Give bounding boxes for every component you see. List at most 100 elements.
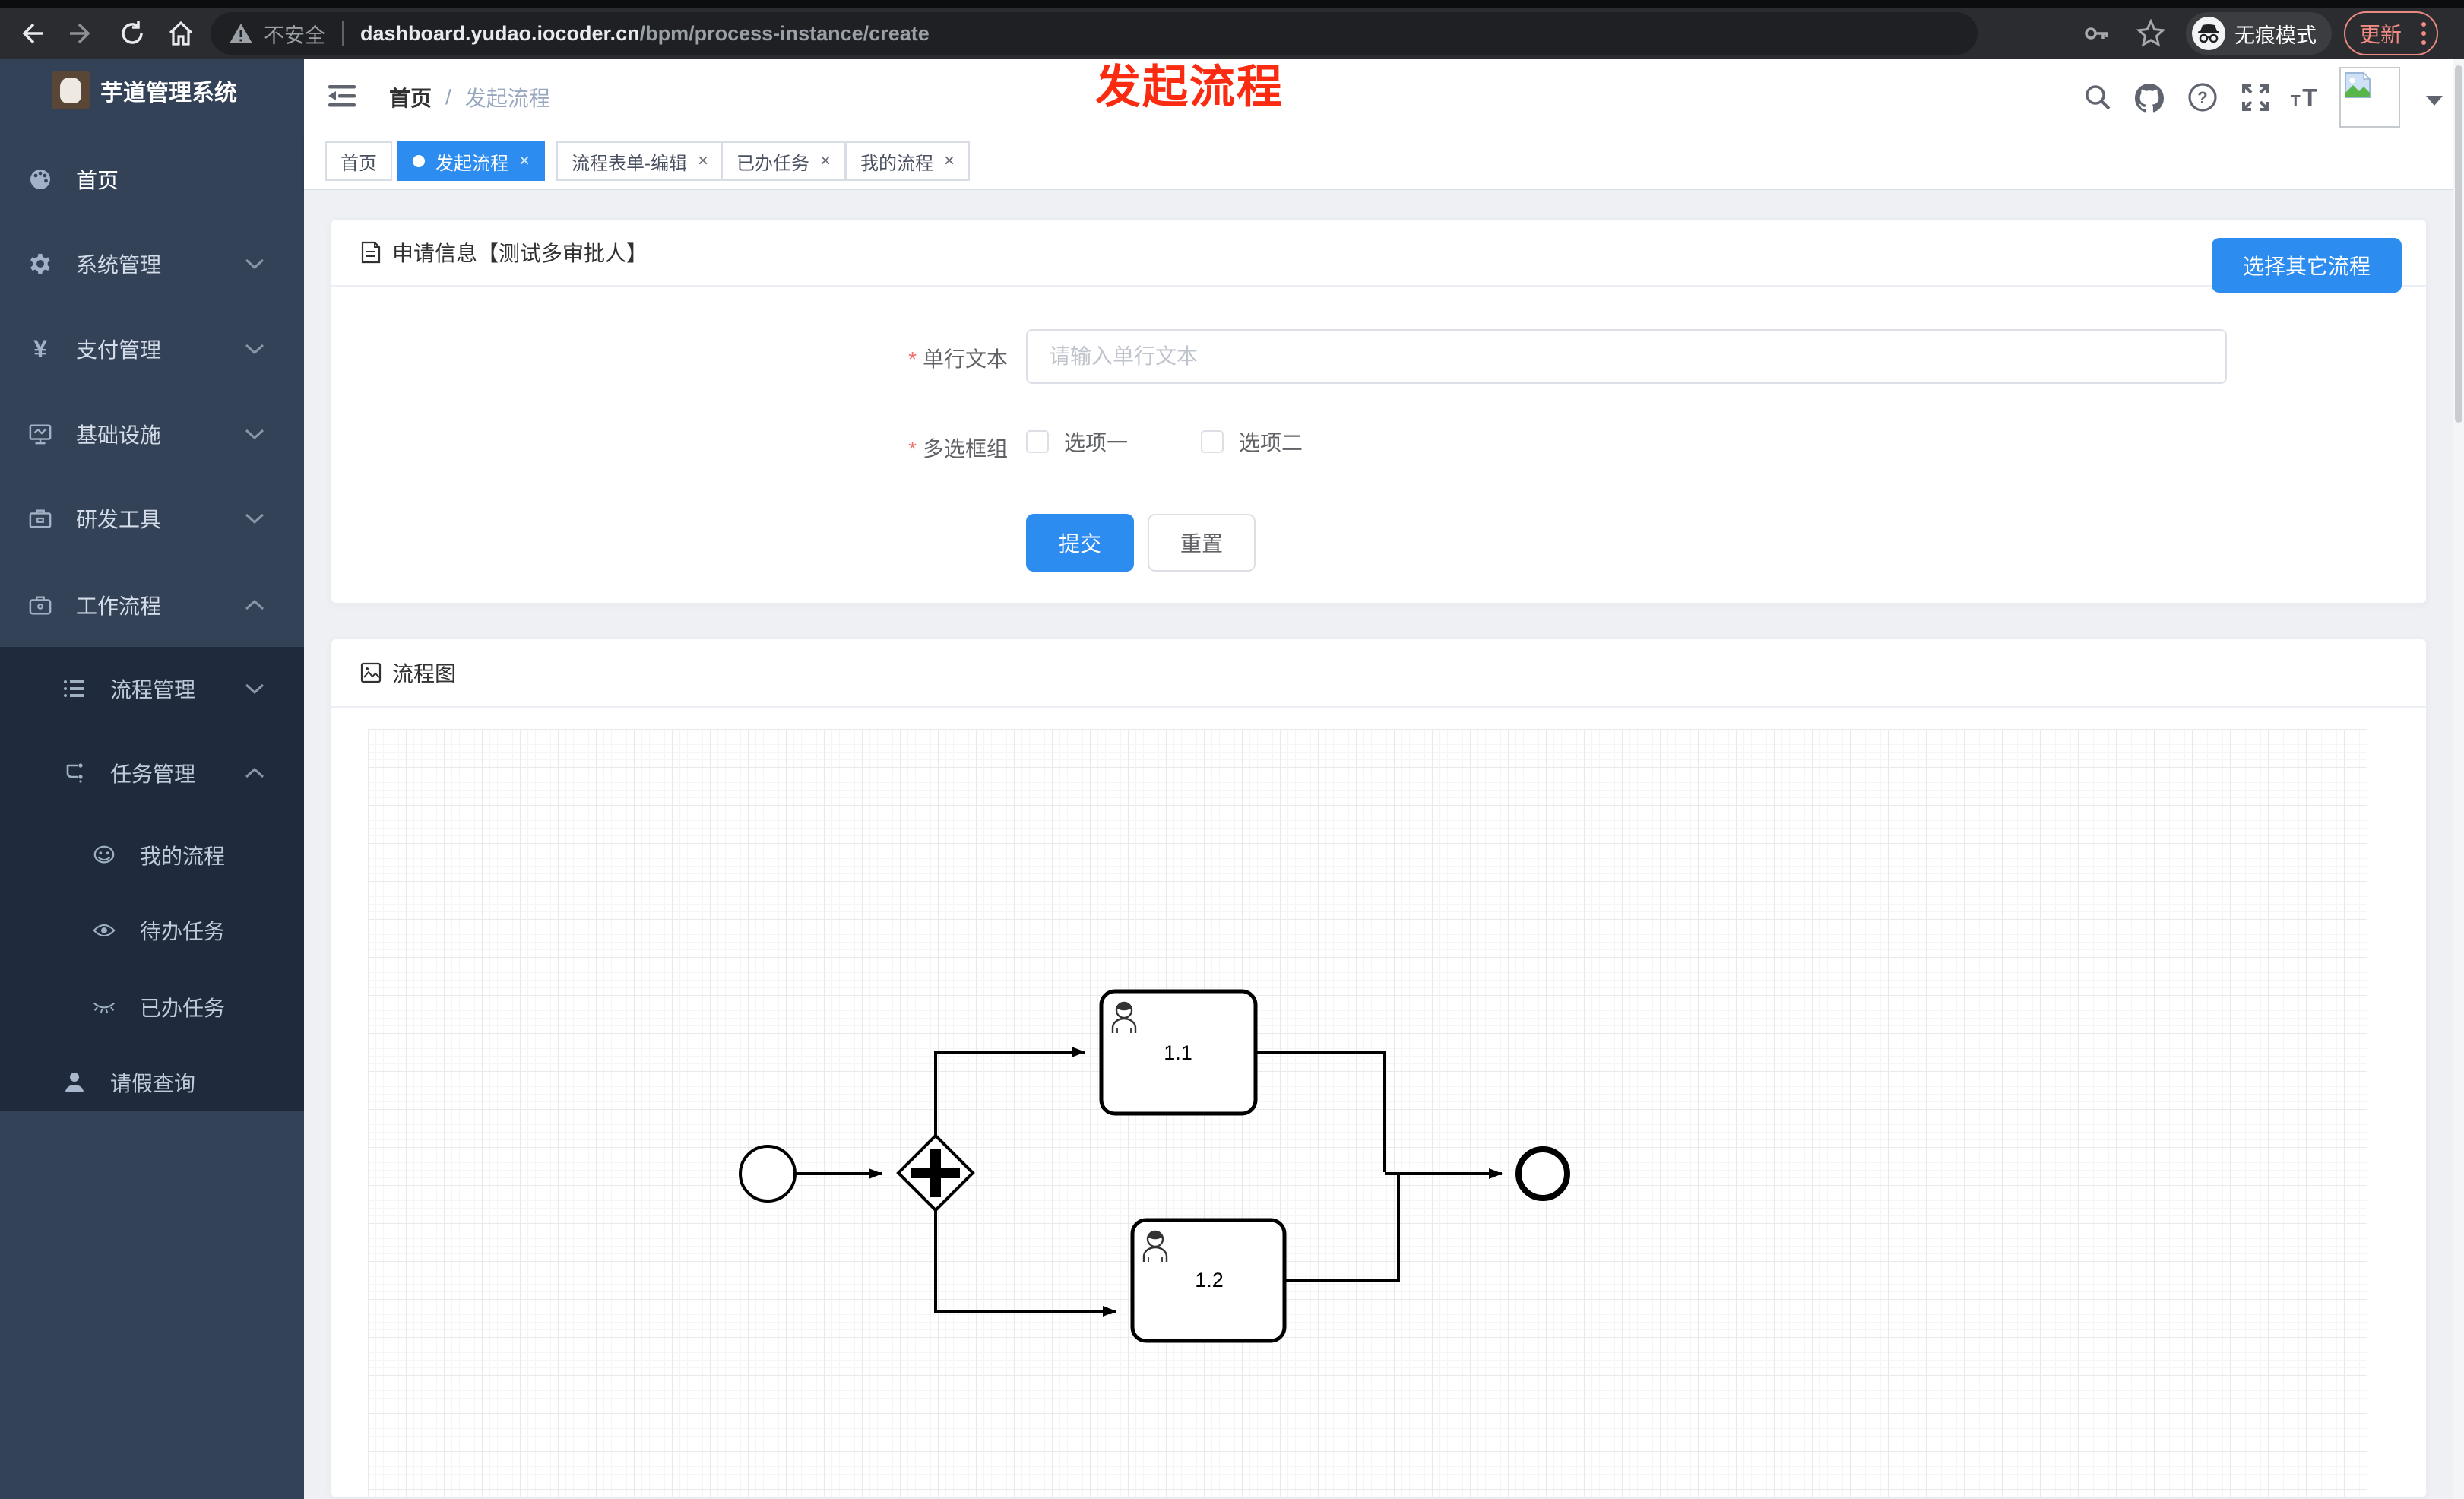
breadcrumb-home[interactable]: 首页: [389, 82, 432, 113]
tags-view-bar: 首页 发起流程 × 流程表单-编辑 × 已办任务 × 我的流程 ×: [304, 135, 2464, 190]
reset-button[interactable]: 重置: [1148, 514, 1256, 572]
tab-process-form-edit[interactable]: 流程表单-编辑 ×: [556, 141, 724, 181]
browser-menu-icon[interactable]: [2421, 22, 2426, 45]
breadcrumb-current: 发起流程: [464, 87, 550, 110]
sidebar-item-label: 研发工具: [76, 508, 162, 531]
single-line-text-input[interactable]: [1026, 329, 2227, 384]
url-host: dashboard.yudao.iocoder.cn: [360, 21, 640, 45]
sidebar-item-infrastructure[interactable]: 基础设施: [0, 404, 304, 464]
chevron-down-icon: [245, 428, 264, 440]
tab-my-process[interactable]: 我的流程 ×: [845, 141, 971, 181]
submit-label: 提交: [1058, 532, 1101, 556]
tab-close-icon[interactable]: ×: [944, 151, 955, 172]
select-other-process-label: 选择其它流程: [2242, 255, 2371, 278]
tab-label: 已办任务: [736, 153, 809, 174]
browser-forward-button[interactable]: [62, 14, 102, 53]
tab-close-icon[interactable]: ×: [820, 151, 831, 172]
password-manager-button[interactable]: [2076, 14, 2116, 53]
sidebar-item-my-process[interactable]: 我的流程: [0, 825, 304, 886]
browser-back-button[interactable]: [11, 14, 50, 53]
key-icon: [2085, 27, 2108, 40]
sidebar-item-label: 我的流程: [140, 845, 226, 868]
eye-closed-icon: [93, 999, 116, 1016]
browser-update-button[interactable]: 更新: [2344, 11, 2438, 55]
single-line-text-label: * 单行文本: [908, 347, 1008, 371]
sidebar-item-task-management[interactable]: 任务管理: [0, 743, 304, 803]
checkbox-group-label: * 多选框组: [908, 437, 1008, 461]
checkbox-option-1[interactable]: [1026, 430, 1049, 453]
branch-icon: [63, 762, 86, 784]
chevron-down-icon: [245, 683, 264, 695]
eye-open-icon: [93, 921, 116, 940]
font-size-button[interactable]: TT: [2289, 81, 2323, 114]
github-link[interactable]: [2133, 81, 2166, 114]
chevron-up-icon: [245, 767, 264, 779]
sidebar-item-label: 待办任务: [140, 920, 226, 943]
incognito-icon: [2192, 17, 2225, 50]
browser-reload-button[interactable]: [112, 14, 152, 53]
select-other-process-button[interactable]: 选择其它流程: [2212, 238, 2402, 293]
apply-info-card: 申请信息【测试多审批人】 选择其它流程 *单行文本 *多选框组 选项一 选项二 …: [330, 218, 2428, 604]
checkbox-option-1-label: 选项一: [1064, 431, 1129, 455]
task-1-2-label: 1.2: [1195, 1269, 1224, 1291]
sidebar: 芋道管理系统 首页 系统管理 ¥ 支付管理 基础设施 研发工具 工作流程 流程管…: [0, 59, 304, 1499]
checkbox-group: 选项一 选项二: [1026, 426, 1303, 457]
app-navbar: 首页 / 发起流程 ? TT: [304, 59, 2464, 135]
sidebar-item-payment[interactable]: ¥ 支付管理: [0, 318, 304, 379]
flow-card-header: 流程图: [331, 639, 2426, 708]
star-icon: [2136, 19, 2165, 47]
bookmark-button[interactable]: [2131, 14, 2171, 53]
hamburger-icon: [328, 85, 356, 107]
sidebar-item-home[interactable]: 首页: [0, 149, 304, 210]
tab-label: 发起流程: [435, 153, 508, 174]
font-size-icon: TT: [2291, 84, 2317, 111]
sidebar-item-done-tasks[interactable]: 已办任务: [0, 977, 304, 1038]
tab-home[interactable]: 首页: [325, 141, 392, 181]
face-icon: [93, 845, 116, 866]
tab-close-icon[interactable]: ×: [519, 151, 530, 172]
user-avatar[interactable]: [2339, 67, 2400, 128]
sidebar-item-workflow[interactable]: 工作流程: [0, 575, 304, 635]
active-tab-dot: [413, 155, 425, 167]
page-scrollbar[interactable]: [2453, 59, 2464, 1499]
address-bar[interactable]: 不安全 dashboard.yudao.iocoder.cn/bpm/proce…: [211, 12, 1978, 55]
sidebar-toggle-button[interactable]: [327, 82, 357, 109]
tab-create-process[interactable]: 发起流程 ×: [397, 141, 546, 181]
sidebar-item-system[interactable]: 系统管理: [0, 233, 304, 294]
bpmn-end-event[interactable]: [1515, 1146, 1570, 1201]
app-logo-row[interactable]: 芋道管理系统: [0, 64, 304, 117]
scrollbar-thumb[interactable]: [2455, 65, 2462, 423]
briefcase-icon: [29, 594, 52, 616]
sidebar-item-label: 系统管理: [76, 253, 162, 277]
fullscreen-button[interactable]: [2239, 81, 2272, 114]
help-doc-button[interactable]: ?: [2186, 81, 2219, 114]
submit-button[interactable]: 提交: [1026, 514, 1134, 572]
checkbox-option-2[interactable]: [1201, 430, 1224, 453]
sidebar-item-todo-tasks[interactable]: 待办任务: [0, 900, 304, 961]
tab-done-tasks[interactable]: 已办任务 ×: [721, 141, 847, 181]
sidebar-item-label: 支付管理: [76, 338, 162, 362]
browser-home-button[interactable]: [161, 14, 201, 53]
apply-info-title: 申请信息【测试多审批人】: [392, 242, 648, 265]
sidebar-item-devtools[interactable]: 研发工具: [0, 488, 304, 549]
security-label: 不安全: [264, 24, 325, 47]
bpmn-start-event[interactable]: [739, 1145, 797, 1203]
svg-text:?: ?: [2197, 88, 2207, 107]
breadcrumb-separator: /: [445, 85, 451, 109]
header-search-button[interactable]: [2081, 81, 2114, 114]
address-divider: [342, 21, 344, 46]
picture-icon: [360, 662, 382, 683]
sidebar-item-label: 基础设施: [76, 423, 162, 447]
flow-diagram-card: 流程图 1.1 1.2: [330, 638, 2428, 1499]
flow-task12-out: [1284, 1175, 1400, 1282]
tab-close-icon[interactable]: ×: [698, 151, 708, 172]
svg-text:T: T: [2291, 92, 2301, 109]
search-icon: [2086, 85, 2111, 110]
chevron-up-icon: [245, 599, 264, 611]
checkbox-option-2-label: 选项二: [1239, 431, 1303, 455]
sidebar-item-process-management[interactable]: 流程管理: [0, 658, 304, 719]
sidebar-item-label: 流程管理: [110, 678, 196, 702]
sidebar-item-leave-query[interactable]: 请假查询: [0, 1052, 304, 1113]
bpmn-canvas[interactable]: 1.1 1.2: [368, 729, 2367, 1497]
avatar-dropdown-caret[interactable]: [2426, 96, 2443, 106]
